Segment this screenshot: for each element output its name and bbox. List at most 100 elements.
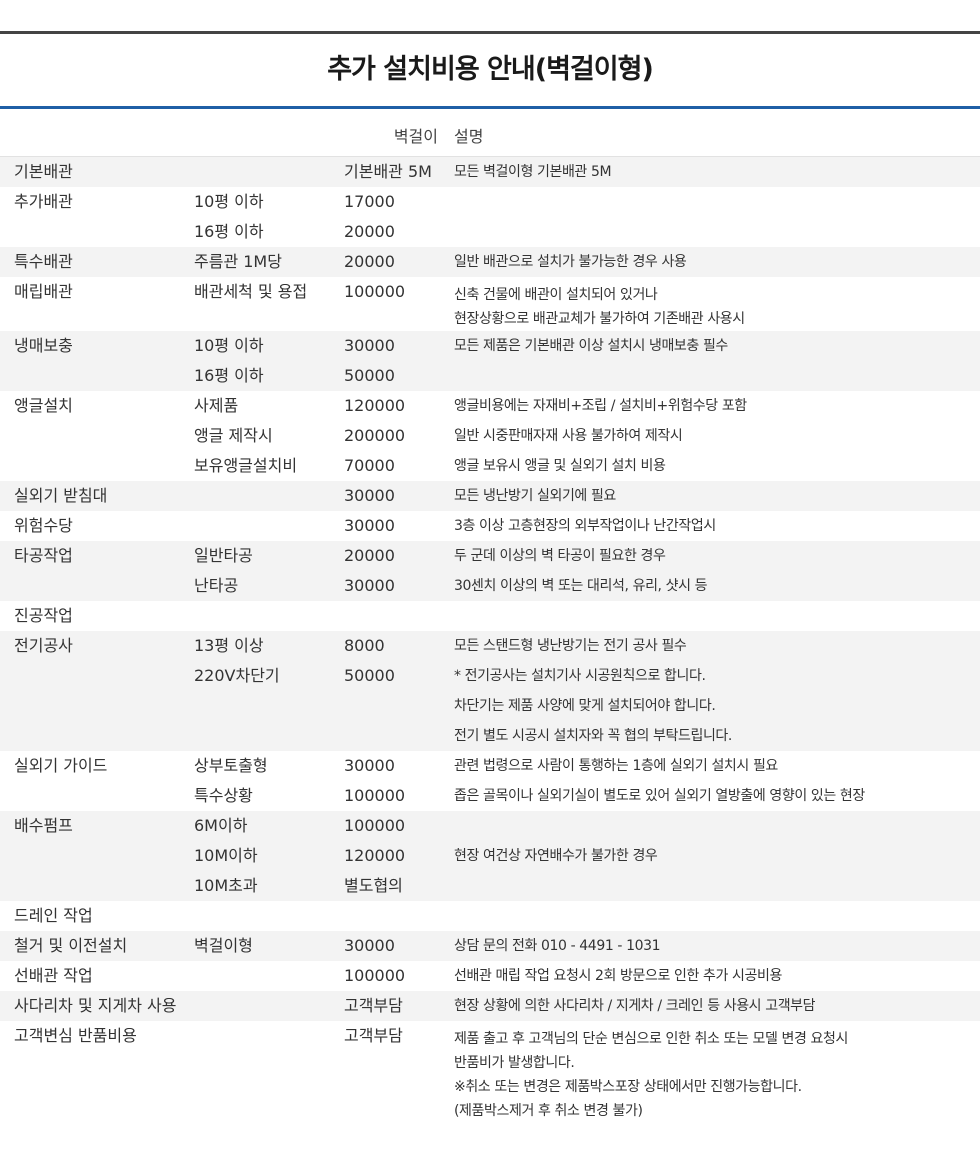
option-label: 일반타공 [194,546,253,565]
table-row: 철거 및 이전설치 벽걸이형 30000 상담 문의 전화 010 - 4491 - … [0,931,980,961]
row-line: 실외기 받침대 30000 모든 냉난방기 실외기에 필요 [0,481,980,511]
row-line: 16평 이하 20000 [0,217,980,247]
price-value: 200000 [344,426,406,445]
description-text: 현장 상황에 의한 사다리차 / 지게차 / 크레인 등 사용시 고객부담 [454,998,816,1014]
top-divider [0,31,980,34]
option-label: 사제품 [194,396,239,415]
category-label: 매립배관 [14,282,73,301]
title-underline [0,106,980,109]
description-text: 30센치 이상의 벽 또는 대리석, 유리, 샷시 등 [454,578,708,594]
category-label: 진공작업 [14,606,73,625]
description-line: 신축 건물에 배관이 설치되어 있거나 [454,287,658,303]
table-row: 냉매보충 10평 이하 30000 모든 제품은 기본배관 이상 설치시 냉매보충 필… [0,331,980,391]
option-label: 220V차단기 [194,666,280,685]
description-text: 전기 별도 시공시 설치자와 꼭 협의 부탁드립니다. [454,728,732,744]
description-text: 일반 시중판매자재 사용 불가하여 제작시 [454,428,683,444]
category-label: 위험수당 [14,516,73,535]
row-line: 선배관 작업 100000 선배관 매립 작업 요청시 2회 방문으로 인한 추가 … [0,961,980,991]
price-value: 100000 [344,786,406,805]
row-line: 타공작업 일반타공 20000 두 군데 이상의 벽 타공이 필요한 경우 [0,541,980,571]
description-text: 일반 배관으로 설치가 불가능한 경우 사용 [454,254,687,270]
table-row: 전기공사 13평 이상 8000 모든 스탠드형 냉난방기는 전기 공사 필수 220V… [0,631,980,751]
description-line: 현장상황으로 배관교체가 불가하여 기존배관 사용시 [454,311,745,327]
cost-table: 기본배관 기본배관 5M 모든 벽걸이형 기본배관 5M 추가배관 10평 이하 1700… [0,157,980,1121]
description-text: 차단기는 제품 사양에 맞게 설치되어야 합니다. [454,698,716,714]
table-row: 실외기 받침대 30000 모든 냉난방기 실외기에 필요 [0,481,980,511]
table-row: 실외기 가이드 상부토출형 30000 관련 법령으로 사람이 통행하는 1층에 실외… [0,751,980,811]
table-row: 진공작업 [0,601,980,631]
option-label: 주름관 1M당 [194,252,282,271]
table-row: 매립배관 배관세척 및 용접 100000 신축 건물에 배관이 설치되어 있거나현장… [0,277,980,331]
row-line: 드레인 작업 [0,901,980,931]
option-label: 10M이하 [194,846,258,865]
header-price: 벽걸이 [393,127,438,146]
category-label: 타공작업 [14,546,73,565]
row-line: 차단기는 제품 사양에 맞게 설치되어야 합니다. [0,691,980,721]
price-value: 20000 [344,222,395,241]
row-line: 사다리차 및 지게차 사용 고객부담 현장 상황에 의한 사다리차 / 지게차 / … [0,991,980,1021]
option-label: 16평 이하 [194,366,264,385]
price-value: 20000 [344,252,395,271]
row-line: 특수상황 100000 좁은 골목이나 실외기실이 별도로 있어 실외기 열방출에 … [0,781,980,811]
price-value: 고객부담 [344,996,403,1015]
table-row: 타공작업 일반타공 20000 두 군데 이상의 벽 타공이 필요한 경우 난타공 300… [0,541,980,601]
description-text: 관련 법령으로 사람이 통행하는 1층에 실외기 설치시 필요 [454,758,778,774]
table-row: 고객변심 반품비용 고객부담 제품 출고 후 고객님의 단순 변심으로 인한 취소 … [0,1021,980,1121]
option-label: 앵글 제작시 [194,426,273,445]
table-row: 위험수당 30000 3층 이상 고층현장의 외부작업이나 난간작업시 [0,511,980,541]
option-label: 10M초과 [194,876,258,895]
row-line: 10M초과 별도협의 [0,871,980,901]
row-line: 배수펌프 6M이하 100000 [0,811,980,841]
table-row: 기본배관 기본배관 5M 모든 벽걸이형 기본배관 5M [0,157,980,187]
description-text: 모든 벽걸이형 기본배관 5M [454,164,612,180]
option-label: 보유앵글설치비 [194,456,298,475]
description-text: 모든 제품은 기본배관 이상 설치시 냉매보충 필수 [454,338,728,354]
row-line: 특수배관 주름관 1M당 20000 일반 배관으로 설치가 불가능한 경우 사용 [0,247,980,277]
row-line: 전기공사 13평 이상 8000 모든 스탠드형 냉난방기는 전기 공사 필수 [0,631,980,661]
price-value: 30000 [344,486,395,505]
description-text: 좁은 골목이나 실외기실이 별도로 있어 실외기 열방출에 영향이 있는 현장 [454,788,865,804]
description-line: ※취소 또는 변경은 제품박스포장 상태에서만 진행가능합니다. [454,1079,802,1095]
category-label: 드레인 작업 [14,906,93,925]
description-text: 앵글 보유시 앵글 및 실외기 설치 비용 [454,458,666,474]
option-label: 배관세척 및 용접 [194,282,308,301]
category-label: 전기공사 [14,636,73,655]
category-label: 고객변심 반품비용 [14,1026,137,1045]
row-line: 전기 별도 시공시 설치자와 꼭 협의 부탁드립니다. [0,721,980,751]
price-value: 100000 [344,966,406,985]
description-text: 두 군데 이상의 벽 타공이 필요한 경우 [454,548,666,564]
description-text: 앵글비용에는 자재비+조립 / 설치비+위험수당 포함 [454,398,747,414]
table-row: 특수배관 주름관 1M당 20000 일반 배관으로 설치가 불가능한 경우 사용 [0,247,980,277]
description-line: 반품비가 발생합니다. [454,1055,575,1071]
price-value: 30000 [344,756,395,775]
description-block: 신축 건물에 배관이 설치되어 있거나현장상황으로 배관교체가 불가하여 기존배… [454,283,745,331]
row-line: 위험수당 30000 3층 이상 고층현장의 외부작업이나 난간작업시 [0,511,980,541]
option-label: 13평 이상 [194,636,264,655]
row-line: 철거 및 이전설치 벽걸이형 30000 상담 문의 전화 010 - 4491 - … [0,931,980,961]
price-value: 50000 [344,666,395,685]
option-label: 벽걸이형 [194,936,253,955]
row-line: 16평 이하 50000 [0,361,980,391]
price-value: 17000 [344,192,395,211]
price-value: 100000 [344,282,406,301]
page-title: 추가 설치비용 안내(벽걸이형) [327,54,654,85]
row-line: 진공작업 [0,601,980,631]
description-text: 현장 여건상 자연배수가 불가한 경우 [454,848,658,864]
option-label: 상부토출형 [194,756,268,775]
category-label: 기본배관 [14,162,73,181]
category-label: 사다리차 및 지게차 사용 [14,996,177,1015]
row-line: 보유앵글설치비 70000 앵글 보유시 앵글 및 실외기 설치 비용 [0,451,980,481]
category-label: 선배관 작업 [14,966,93,985]
price-value: 30000 [344,576,395,595]
table-row: 추가배관 10평 이하 17000 16평 이하 20000 [0,187,980,247]
description-text: 모든 스탠드형 냉난방기는 전기 공사 필수 [454,638,687,654]
description-line: (제품박스제거 후 취소 변경 불가) [454,1103,643,1119]
price-value: 30000 [344,516,395,535]
option-label: 6M이하 [194,816,248,835]
table-row: 드레인 작업 [0,901,980,931]
option-label: 10평 이하 [194,192,264,211]
price-value: 120000 [344,846,406,865]
price-value: 8000 [344,636,385,655]
row-line: 10M이하 120000 현장 여건상 자연배수가 불가한 경우 [0,841,980,871]
row-line: 실외기 가이드 상부토출형 30000 관련 법령으로 사람이 통행하는 1층에 실외… [0,751,980,781]
